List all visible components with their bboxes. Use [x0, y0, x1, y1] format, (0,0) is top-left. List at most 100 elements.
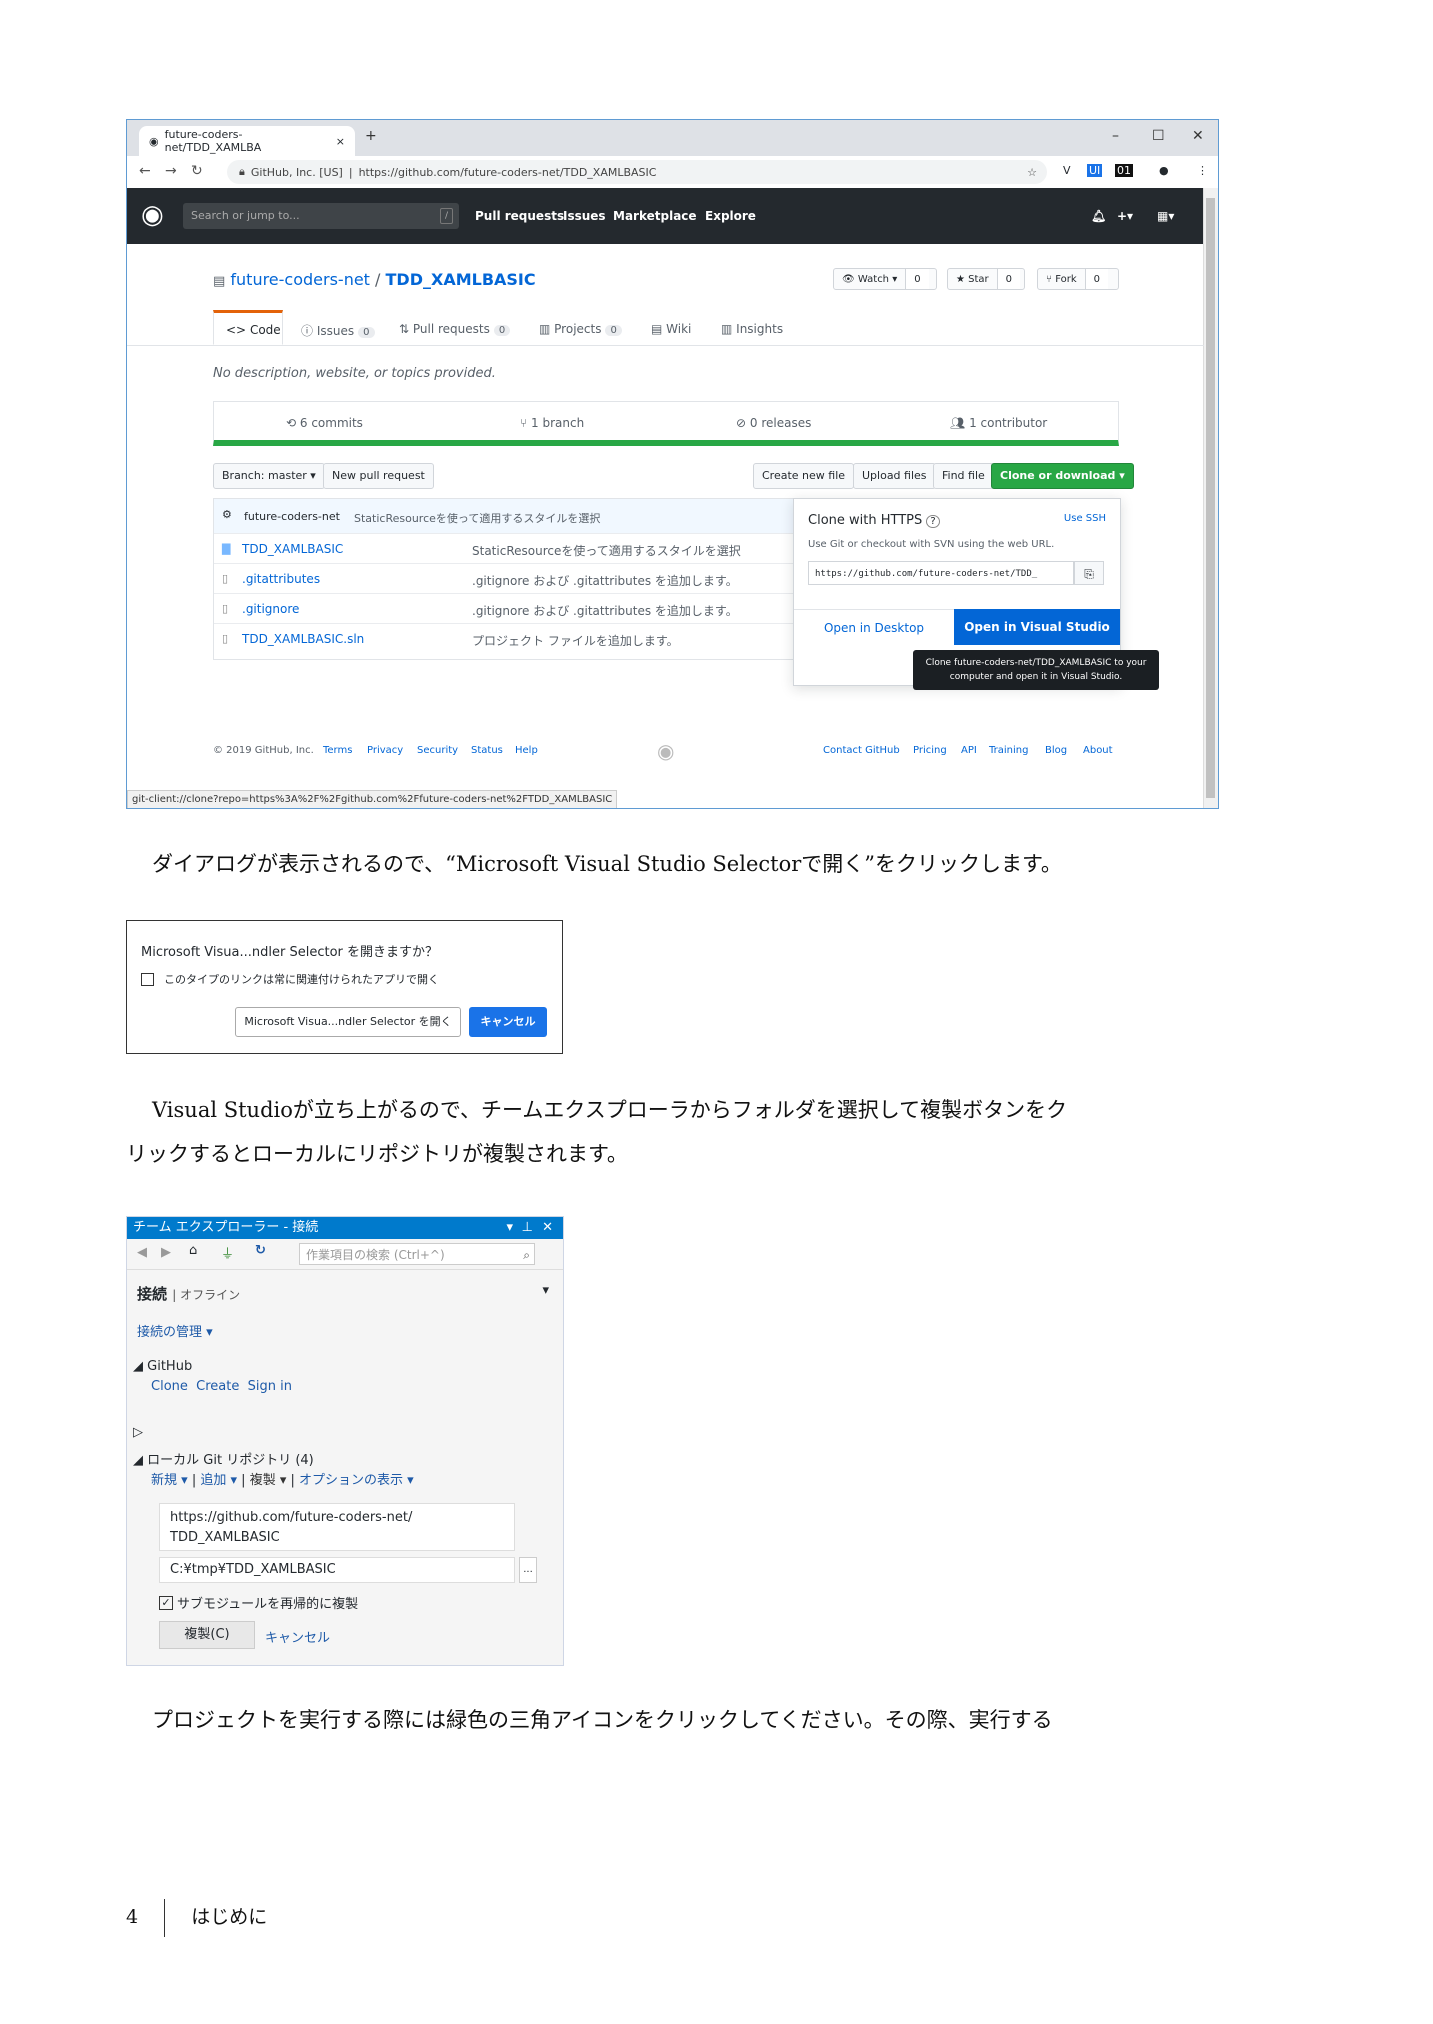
minimize-button[interactable]: –: [1112, 128, 1119, 144]
clone-url-input[interactable]: https://github.com/future-coders-net/ TD…: [159, 1503, 515, 1551]
tab-projects[interactable]: ▥ Projects 0: [539, 322, 622, 336]
footer-blog[interactable]: Blog: [1045, 745, 1067, 756]
local-repos-section[interactable]: ◢ ローカル Git リポジトリ (4): [133, 1449, 314, 1468]
tab-wiki[interactable]: ▤ Wiki: [651, 322, 691, 336]
back-icon[interactable]: ◀: [137, 1245, 147, 1260]
new-pull-request-button[interactable]: New pull request: [323, 463, 434, 489]
tab-issues[interactable]: ⓘ Issues 0: [301, 322, 375, 339]
home-icon[interactable]: ⌂: [189, 1243, 197, 1258]
checkbox-box[interactable]: [141, 972, 154, 986]
browse-button[interactable]: ...: [519, 1557, 537, 1583]
find-file-button[interactable]: Find file: [933, 463, 994, 489]
forward-icon[interactable]: →: [165, 163, 177, 179]
github-search-input[interactable]: Search or jump to... /: [183, 203, 459, 229]
work-item-search-input[interactable]: 作業項目の検索 (Ctrl+^) ⌕: [299, 1243, 535, 1265]
file-row[interactable]: ▯ .gitignore .gitignore および .gitattribut…: [214, 593, 794, 624]
footer-contact[interactable]: Contact GitHub: [823, 745, 900, 756]
tab-insights[interactable]: ▥ Insights: [721, 322, 783, 336]
scroll-thumb[interactable]: [1206, 198, 1215, 798]
open-in-desktop-button[interactable]: Open in Desktop: [794, 609, 954, 646]
reload-icon[interactable]: ↻: [191, 163, 203, 179]
watch-button[interactable]: 👁︎ Watch ▾ 0: [833, 268, 937, 290]
file-row[interactable]: ▇ TDD_XAMLBASIC StaticResourceを使って適用するスタ…: [214, 533, 794, 564]
star-bookmark-icon[interactable]: ☆: [1027, 166, 1037, 179]
fork-button[interactable]: ⑂ Fork 0: [1037, 268, 1119, 290]
nav-issues[interactable]: Issues: [563, 209, 606, 223]
forward-icon[interactable]: ▶: [161, 1245, 171, 1260]
nav-pull-requests[interactable]: Pull requests: [475, 209, 564, 223]
github-logo-icon[interactable]: ◉: [141, 200, 164, 230]
menu-dots-icon[interactable]: ⋮: [1197, 164, 1208, 177]
star-button[interactable]: ★ Star 0: [947, 268, 1025, 290]
file-row[interactable]: ▯ .gitattributes .gitignore および .gitattr…: [214, 563, 794, 594]
search-icon[interactable]: ⌕: [523, 1244, 530, 1266]
checkmark-icon[interactable]: ✓: [159, 1595, 173, 1610]
footer-security[interactable]: Security: [417, 745, 458, 756]
close-panel-icon[interactable]: ✕: [542, 1217, 553, 1239]
browser-tab[interactable]: ◉ future-coders-net/TDD_XAMLBA ×: [139, 126, 355, 156]
clone-url-input[interactable]: https://github.com/future-coders-net/TDD…: [808, 561, 1074, 585]
always-open-checkbox[interactable]: このタイプのリンクは常に関連付けられたアプリで開く: [141, 971, 439, 987]
back-icon[interactable]: ←: [139, 163, 151, 179]
last-commit-author[interactable]: future-coders-net: [244, 510, 340, 523]
tab-pull-requests[interactable]: ⇅ Pull requests 0: [399, 322, 511, 336]
tab-code[interactable]: <> Code: [213, 310, 283, 345]
new-repo-button[interactable]: 新規 ▾: [151, 1473, 188, 1488]
recursive-checkbox[interactable]: ✓ サブモジュールを再帰的に複製: [159, 1593, 358, 1612]
repo-name-link[interactable]: TDD_XAMLBASIC: [386, 270, 536, 289]
manage-connections-link[interactable]: 接続の管理 ▾: [137, 1321, 213, 1340]
footer-about[interactable]: About: [1083, 745, 1113, 756]
bell-icon[interactable]: 🔔︎: [1091, 209, 1106, 223]
local-path-input[interactable]: C:¥tmp¥TDD_XAMLBASIC: [159, 1557, 515, 1583]
footer-pricing[interactable]: Pricing: [913, 745, 947, 756]
github-footer-logo-icon[interactable]: ◉: [657, 739, 674, 763]
footer-privacy[interactable]: Privacy: [367, 745, 403, 756]
commits-link[interactable]: ⟲ 6 commits: [286, 416, 363, 430]
clone-submit-button[interactable]: 複製(C): [159, 1621, 255, 1649]
github-section[interactable]: ◢ GitHub: [133, 1359, 192, 1374]
clone-repo-button[interactable]: 複製 ▾: [250, 1473, 287, 1488]
plug-icon[interactable]: ⏚: [221, 1243, 234, 1262]
dialog-cancel-button[interactable]: キャンセル: [469, 1007, 547, 1037]
create-new-file-button[interactable]: Create new file: [753, 463, 855, 489]
maximize-button[interactable]: ☐: [1152, 128, 1165, 144]
releases-link[interactable]: ⊘ 0 releases: [736, 416, 811, 430]
footer-api[interactable]: API: [961, 745, 977, 756]
close-window-button[interactable]: ✕: [1192, 128, 1204, 144]
footer-help[interactable]: Help: [515, 745, 538, 756]
footer-status[interactable]: Status: [471, 745, 503, 756]
tab-close-icon[interactable]: ×: [336, 135, 345, 148]
sign-in-link[interactable]: Sign in: [248, 1379, 292, 1394]
plus-menu-icon[interactable]: +▾: [1117, 209, 1133, 223]
section-dropdown-icon[interactable]: ▾: [542, 1283, 549, 1298]
pin-icon[interactable]: ⊥: [522, 1217, 533, 1239]
cancel-link[interactable]: キャンセル: [265, 1627, 330, 1646]
file-row[interactable]: ▯ TDD_XAMLBASIC.sln プロジェクト ファイルを追加します。: [214, 623, 794, 654]
extension-v-icon[interactable]: V: [1063, 164, 1071, 177]
clone-or-download-button[interactable]: Clone or download ▾: [991, 463, 1134, 489]
refresh-icon[interactable]: ↻: [255, 1243, 266, 1258]
nav-explore[interactable]: Explore: [705, 209, 756, 223]
contributor-link[interactable]: 👥︎ 1 contributor: [950, 416, 1047, 430]
add-repo-button[interactable]: 追加 ▾: [200, 1473, 237, 1488]
branch-link[interactable]: ⑂ 1 branch: [520, 416, 584, 430]
open-in-visual-studio-button[interactable]: Open in Visual Studio: [954, 609, 1120, 645]
copy-clipboard-icon[interactable]: ⎘: [1074, 561, 1104, 585]
new-tab-button[interactable]: +: [365, 128, 377, 144]
create-link[interactable]: Create: [196, 1379, 239, 1394]
last-commit-message[interactable]: StaticResourceを使って適用するスタイルを選択: [354, 510, 600, 526]
help-icon[interactable]: ?: [926, 515, 940, 528]
upload-files-button[interactable]: Upload files: [853, 463, 936, 489]
footer-terms[interactable]: Terms: [323, 745, 352, 756]
extension-01-icon[interactable]: 01: [1115, 164, 1133, 177]
open-selector-button[interactable]: Microsoft Visua...ndler Selector を開く: [235, 1007, 461, 1037]
user-avatar[interactable]: ▦▾: [1157, 209, 1174, 223]
footer-training[interactable]: Training: [989, 745, 1028, 756]
dropdown-arrow-icon[interactable]: ▾: [506, 1217, 513, 1239]
branch-select[interactable]: Branch: master ▾: [213, 463, 325, 489]
profile-avatar[interactable]: ●: [1159, 164, 1169, 177]
url-field[interactable]: 🔒︎ GitHub, Inc. [US] | https://github.co…: [227, 160, 1047, 184]
nav-marketplace[interactable]: Marketplace: [613, 209, 697, 223]
expand-arrow-icon[interactable]: ▷: [133, 1425, 143, 1440]
show-options-button[interactable]: オプションの表示 ▾: [299, 1473, 414, 1488]
